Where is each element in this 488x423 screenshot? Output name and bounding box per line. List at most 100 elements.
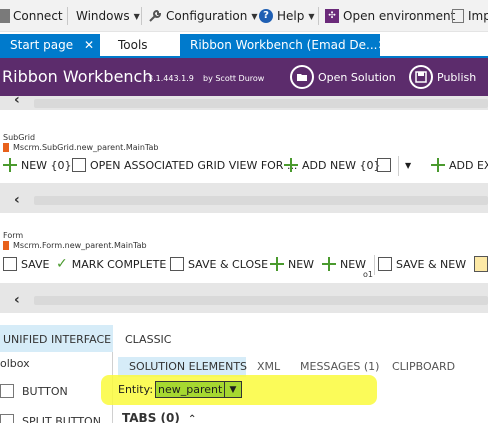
save-new-icon <box>378 257 392 271</box>
options-dropdown-button[interactable]: ▼ <box>377 156 411 174</box>
plus-icon <box>284 158 298 172</box>
scroll-track[interactable] <box>34 99 488 108</box>
form-tab-id: Mscrm.Form.new_parent.MainTab <box>13 241 147 250</box>
publish-button[interactable]: Publish <box>409 64 476 90</box>
chevron-down-icon: ▼ <box>251 11 258 21</box>
connect-menu[interactable]: Connect <box>0 7 63 25</box>
open-environment-menu[interactable]: ✣ Open environment <box>325 7 455 25</box>
save-close-icon <box>170 257 184 271</box>
mark-complete-label: MARK COMPLETE <box>71 257 167 271</box>
wrench-icon <box>149 9 162 22</box>
chevron-left-icon[interactable]: ‹ <box>14 192 20 208</box>
grid-icon <box>72 158 86 172</box>
save-label: SAVE <box>21 257 50 271</box>
save-button[interactable]: SAVE <box>3 255 49 273</box>
new-label: NEW {0} <box>21 158 72 172</box>
plus-icon <box>322 257 336 271</box>
tab-clipboard[interactable]: CLIPBOARD <box>392 360 455 373</box>
grid-settings-icon <box>377 158 391 172</box>
save-and-new-button[interactable]: SAVE & NEW <box>378 255 466 273</box>
scroll-bar[interactable]: ‹ <box>0 92 488 110</box>
tab-unified-interface[interactable]: UNIFIED INTERFACE <box>0 325 113 352</box>
dynamics-icon: ✣ <box>325 9 339 23</box>
tab-label: Ribbon Workbench (Emad De... <box>190 38 378 52</box>
checkmark-icon: ✓ <box>56 256 68 272</box>
chevron-down-icon: ▼ <box>308 11 315 21</box>
connect-label: Connect <box>13 9 63 23</box>
tab-label: Tools <box>118 38 148 52</box>
menu-separator <box>67 7 68 25</box>
save-and-close-label: SAVE & CLOSE <box>188 257 269 271</box>
separator <box>374 255 375 275</box>
entity-label: Entity: <box>118 383 154 396</box>
tab-xml[interactable]: XML <box>257 360 280 373</box>
app-header: Ribbon Workbench 3.1.443.1.9 by Scott Du… <box>0 58 488 96</box>
toolbox-item-split-button[interactable]: SPLIT BUTTON <box>0 414 101 423</box>
configuration-label: Configuration <box>166 9 248 23</box>
entity-value: new_parent <box>158 383 223 396</box>
new-record-button[interactable]: NEW <box>270 255 314 273</box>
menu-separator <box>141 7 142 25</box>
plus-icon <box>3 158 17 172</box>
help-icon: ? <box>259 9 273 23</box>
import-label: Imp <box>468 9 488 23</box>
split-button-icon <box>0 414 14 423</box>
chevron-left-icon[interactable]: ‹ <box>14 292 20 308</box>
add-existing-button[interactable]: ADD EX <box>431 156 488 174</box>
open-environment-label: Open environment <box>343 9 456 23</box>
plus-icon <box>431 158 445 172</box>
unified-label: UNIFIED INTERFACE <box>3 333 112 346</box>
scroll-track[interactable] <box>34 196 488 205</box>
add-new-label: ADD NEW {0} <box>302 158 381 172</box>
app-title: Ribbon Workbench <box>2 67 153 86</box>
new-record-label: NEW <box>288 257 315 271</box>
subgrid-tab-id: Mscrm.SubGrid.new_parent.MainTab <box>13 143 159 152</box>
import-icon <box>452 9 464 23</box>
help-label: Help <box>277 9 305 23</box>
orange-marker <box>3 143 9 152</box>
entity-select[interactable]: new_parent ▼ <box>155 381 242 398</box>
subgrid-scroll-area: ‹ <box>0 183 488 213</box>
close-icon[interactable]: ✕ <box>377 38 393 52</box>
chevron-up-icon[interactable]: ⌃ <box>188 414 196 423</box>
tab-start-page[interactable]: Start page ✕ <box>0 34 100 56</box>
document-icon[interactable] <box>474 256 488 272</box>
new-button[interactable]: NEW {0} <box>3 156 72 174</box>
connect-icon <box>0 9 10 23</box>
menu-bar: Connect Windows ▼ Configuration ▼ ? Help… <box>0 0 488 32</box>
folder-icon <box>290 65 314 89</box>
save-and-new-label: SAVE & NEW <box>396 257 467 271</box>
save-icon <box>409 65 433 89</box>
new-record-button-2[interactable]: NEW <box>322 255 366 273</box>
open-associated-grid-button[interactable]: OPEN ASSOCIATED GRID VIEW FOR ... <box>72 156 297 174</box>
tabs-section-header[interactable]: TABS (0) ⌃ <box>122 411 196 423</box>
tab-solution-elements[interactable]: SOLUTION ELEMENTS <box>129 360 247 373</box>
plus-icon <box>270 257 284 271</box>
tab-messages[interactable]: MESSAGES (1) <box>300 360 379 373</box>
import-menu[interactable]: Imp <box>452 7 488 25</box>
add-new-button[interactable]: ADD NEW {0} <box>284 156 381 174</box>
button-icon <box>0 384 14 398</box>
chevron-down-icon[interactable]: ▼ <box>224 382 241 397</box>
form-scroll-area: ‹ <box>0 283 488 313</box>
mark-complete-button[interactable]: ✓ MARK COMPLETE <box>56 255 166 273</box>
publish-label: Publish <box>437 70 477 84</box>
chevron-left-icon[interactable]: ‹ <box>14 92 20 108</box>
windows-label: Windows <box>76 9 130 23</box>
separator <box>398 156 399 176</box>
configuration-menu[interactable]: Configuration ▼ <box>148 7 258 25</box>
tab-ribbon-workbench[interactable]: Ribbon Workbench (Emad De... ✕ <box>180 34 388 56</box>
open-solution-button[interactable]: Open Solution <box>290 64 396 90</box>
form-label: Form <box>3 231 24 240</box>
classic-label: CLASSIC <box>125 333 172 346</box>
windows-menu[interactable]: Windows ▼ <box>76 7 140 25</box>
tab-tools[interactable]: Tools <box>118 34 178 56</box>
toolbox-item-button[interactable]: BUTTON <box>0 384 68 398</box>
open-solution-label: Open Solution <box>318 70 396 84</box>
scroll-track[interactable] <box>34 296 488 305</box>
close-icon[interactable]: ✕ <box>84 38 100 52</box>
save-and-close-button[interactable]: SAVE & CLOSE <box>170 255 268 273</box>
toolbox-item-label: SPLIT BUTTON <box>22 414 101 423</box>
chevron-down-icon: ▼ <box>405 160 412 170</box>
help-menu[interactable]: ? Help ▼ <box>259 7 315 25</box>
